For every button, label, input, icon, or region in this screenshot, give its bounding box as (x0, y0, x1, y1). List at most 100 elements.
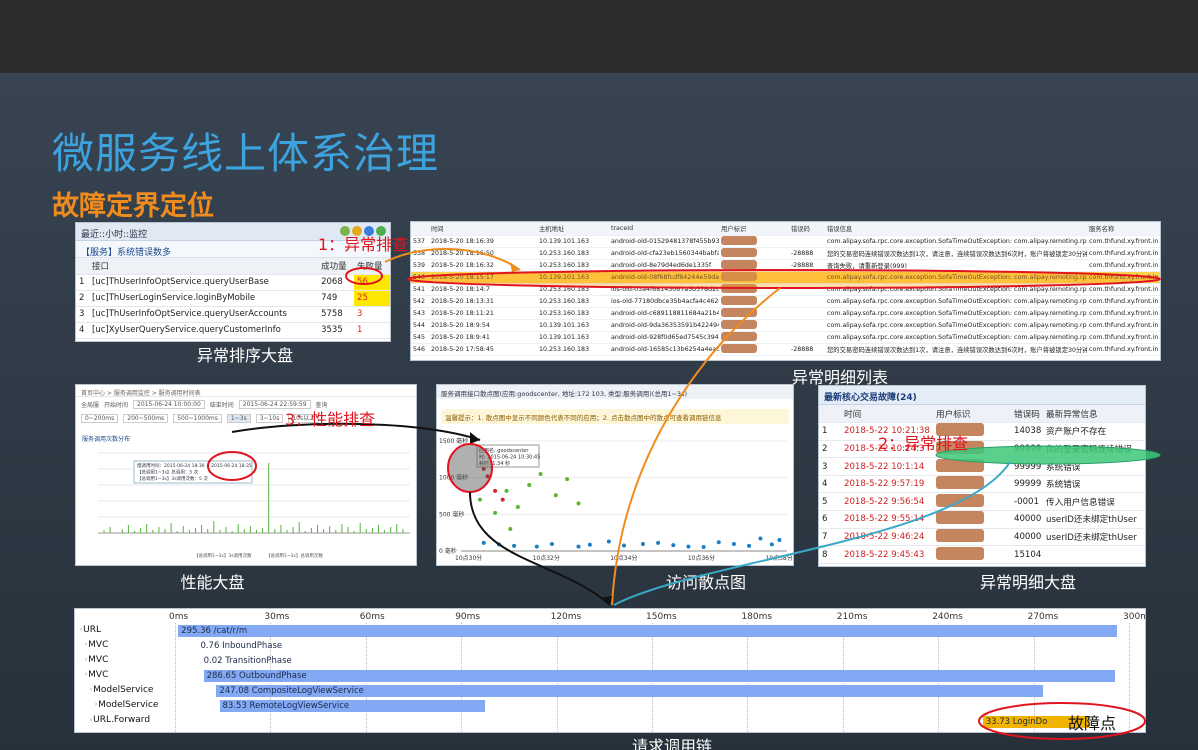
table-row[interactable]: 544 2018-5-20 18:9:54 10.139.101.163 androi… (411, 319, 1160, 333)
scatter-point[interactable] (758, 536, 763, 541)
row-index: 2 (819, 440, 841, 459)
scatter-point[interactable] (549, 542, 554, 547)
table-row[interactable]: 540 2018-5-20 18:15:17 10.139.101.163 andro… (411, 271, 1160, 284)
scatter-tooltip-line: 时: 2015-06-24 10:30:45 (479, 454, 540, 461)
trace-node-label: URL.Forward (93, 715, 151, 725)
scatter-point[interactable] (512, 543, 517, 548)
detail-col-header: traceId (609, 222, 719, 236)
row-api[interactable]: [uc]ThUserLoginService.loginByMobile (89, 290, 319, 307)
scatter-point[interactable] (576, 501, 581, 506)
scatter-point[interactable] (504, 488, 509, 493)
scatter-point[interactable] (769, 542, 774, 547)
table-row[interactable]: 545 2018-5-20 18:9:41 10.139.101.163 androi… (411, 331, 1160, 345)
scatter-point[interactable] (640, 542, 645, 547)
range-tab[interactable]: 500~1000ms (173, 413, 222, 423)
range-tab[interactable]: 1~3s (226, 413, 251, 423)
table-row[interactable]: 538 2018-5-20 18:16:50 10.253.160.183 andro… (411, 247, 1160, 260)
scatter-point[interactable] (477, 497, 482, 502)
trace-node[interactable]: ◦ModelService (94, 700, 158, 710)
trace-span[interactable]: 0.76 InboundPhase (200, 640, 282, 652)
scatter-point[interactable] (508, 527, 513, 531)
scatter-point[interactable] (731, 542, 736, 547)
table-row[interactable]: 539 2018-5-20 18:16:32 10.253.160.183 andro… (411, 259, 1160, 272)
row-api[interactable]: [uc]XyUserQueryService.queryCustomerInfo (89, 322, 319, 339)
table-row[interactable]: 3 2018-5-22 10:1:14 99999 系统错误 (819, 457, 1145, 476)
table-row[interactable]: 4 [uc]XyUserQueryService.queryCustomerInf… (76, 322, 390, 339)
row-time: 2018-5-22 10:1:14 (841, 457, 933, 476)
row-time: 2018-5-22 9:57:19 (841, 475, 933, 494)
scatter-point[interactable] (493, 510, 498, 515)
rank-col-header: 成功量 (318, 258, 355, 275)
scatter-point[interactable] (496, 542, 501, 547)
trace-node[interactable]: ◦URL.Forward (89, 715, 150, 725)
table-row[interactable]: 1 [uc]ThUserInfoOptService.queryUserBase 2… (76, 274, 390, 291)
scatter-point[interactable] (656, 540, 661, 545)
table-row[interactable]: 8 2018-5-22 9:45:43 15104 (819, 545, 1145, 564)
scatter-point[interactable] (701, 544, 706, 549)
table-row[interactable]: 3 [uc]ThUserInfoOptService.queryUserAccou… (76, 306, 390, 323)
scatter-point[interactable] (587, 542, 592, 547)
table-row[interactable]: 542 2018-5-20 18:13:31 10.253.160.183 ios-o… (411, 295, 1160, 309)
scatter-point[interactable] (576, 544, 581, 549)
cell-svc: com.thfund.xy.front.in (1087, 343, 1160, 357)
cell-msg: com.alipay.sofa.rpc.core.exception.SofaT… (825, 307, 1087, 321)
slide-subtitle: 故障定界定位 (52, 191, 214, 222)
table-row[interactable]: 541 2018-5-20 18:14:7 10.253.160.183 ios-ol… (411, 283, 1160, 296)
scatter-point[interactable] (515, 505, 520, 509)
y-tick-label: 1500 毫秒 (439, 437, 468, 445)
range-tab[interactable]: 200~500ms (123, 413, 169, 423)
scatter-point[interactable] (538, 472, 543, 476)
trace-node[interactable]: ◦MVC (84, 655, 108, 665)
row-index: 3 (819, 457, 841, 476)
table-row[interactable]: 5 2018-5-22 9:56:54 -0001 传入用户信息错误 (819, 492, 1145, 512)
scatter-point[interactable] (747, 543, 752, 548)
scatter-point[interactable] (500, 497, 505, 502)
trace-node[interactable]: ◦MVC (84, 670, 108, 680)
trace-span[interactable]: 0.02 TransitionPhase (204, 655, 292, 667)
cell-code: -28888 (789, 247, 825, 260)
table-row[interactable]: 2 [uc]ThUserLoginService.loginByMobile 749… (76, 290, 390, 307)
scatter-point[interactable] (686, 544, 691, 549)
row-api[interactable]: [uc]ThUserInfoOptService.queryUserAccoun… (89, 306, 319, 323)
scatter-point[interactable] (777, 538, 782, 542)
scatter-point[interactable] (565, 477, 570, 482)
table-row[interactable]: 2 2018-5-22 10:14:3 99999 你的登录密码连续错误 (819, 440, 1145, 459)
trace-span[interactable]: 247.08 CompositeLogViewService (216, 685, 1044, 697)
perf-filter-item[interactable]: 2015-06-24 10:00:00 (133, 399, 205, 409)
scatter-point[interactable] (606, 539, 611, 544)
row-api[interactable]: [uc]ThUserInfoOptService.queryUserBase (89, 274, 319, 291)
table-row[interactable]: 543 2018-5-20 18:11:21 10.253.160.183 andro… (411, 307, 1160, 321)
y-tick-label: 500 毫秒 (439, 510, 464, 518)
row-success: 3535 (318, 322, 355, 339)
trace-panel: 0ms 30ms 60ms 90ms 120ms 150ms 180ms 210ms 240ms… (74, 608, 1146, 733)
scatter-point[interactable] (481, 540, 486, 545)
range-tab[interactable]: 3~10s (255, 413, 284, 423)
scatter-point[interactable] (493, 488, 498, 493)
trace-span[interactable]: 83.53 RemoteLogViewService (219, 700, 486, 712)
trace-span[interactable]: 295.36 /cat/r/m (178, 625, 1118, 637)
table-row[interactable]: 537 2018-5-20 18:16:39 10.139.101.163 andro… (411, 235, 1160, 248)
redacted-user (721, 332, 757, 342)
table-row[interactable]: 6 2018-5-22 9:55:14 40000 userID还未绑定thUser (819, 510, 1145, 529)
redacted-user (936, 493, 984, 507)
range-tab[interactable]: 0~200ms (81, 413, 119, 423)
anomaly-col-header: 错误码 (1011, 405, 1043, 424)
scatter-point[interactable] (534, 544, 539, 549)
scatter-point[interactable] (527, 483, 532, 487)
trace-node[interactable]: ◦ModelService (89, 685, 153, 695)
trace-node[interactable]: ◦MVC (84, 640, 108, 650)
scatter-point[interactable] (671, 543, 676, 548)
table-row[interactable]: 546 2018-5-20 17:58:45 10.253.160.183 andro… (411, 343, 1160, 357)
table-row[interactable]: 4 2018-5-22 9:57:19 99999 系统错误 (819, 475, 1145, 494)
row-index: 6 (819, 510, 841, 529)
scatter-point[interactable] (553, 493, 558, 498)
scatter-point[interactable] (716, 540, 721, 545)
trace-node[interactable]: ◦URL (79, 625, 101, 635)
trace-span[interactable]: 286.65 OutboundPhase (203, 670, 1116, 682)
scatter-point[interactable] (622, 543, 626, 548)
table-row[interactable]: 7 2018-5-22 9:46:24 40000 userID还未绑定thUser (819, 528, 1145, 547)
cell-host: 10.253.160.183 (537, 307, 609, 321)
scatter-point[interactable] (485, 474, 490, 479)
table-row[interactable]: 1 2018-5-22 10:21:38 14038 资产账户不存在 (819, 422, 1145, 441)
cell-msg: com.alipay.sofa.rpc.core.exception.SofaT… (825, 295, 1087, 309)
